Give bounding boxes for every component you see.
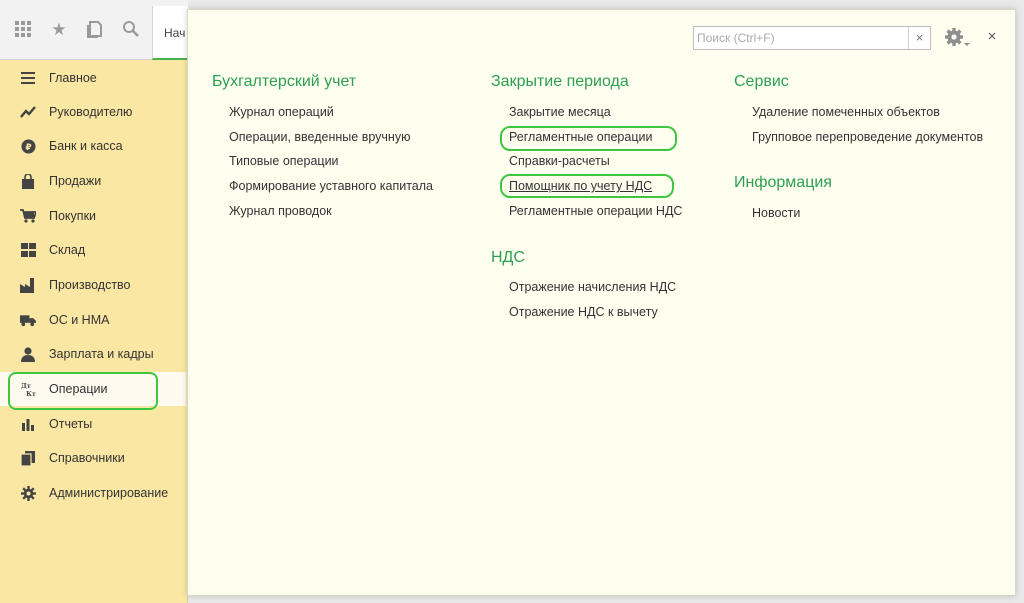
- truck-icon: [20, 312, 36, 328]
- link-delete-marked-objects[interactable]: Удаление помеченных объектов: [752, 105, 940, 119]
- search-box: ×: [693, 26, 931, 50]
- sidebar-item-label: ОС и НМА: [49, 313, 110, 327]
- apps-grid-icon[interactable]: [13, 20, 33, 40]
- history-icon[interactable]: [85, 20, 105, 40]
- ruble-coin-icon: ₽: [20, 138, 36, 154]
- factory-icon: [20, 277, 36, 293]
- cart-icon: [20, 208, 36, 224]
- sidebar-item-label: Продажи: [49, 174, 102, 188]
- sidebar-item-operations[interactable]: Дт Кт Операции: [0, 372, 186, 410]
- sidebar-item-label: Склад: [49, 243, 86, 257]
- sidebar-item-reports[interactable]: Отчеты: [0, 407, 186, 441]
- sidebar-item-label: Справочники: [49, 451, 125, 465]
- sidebar-item-label: Банк и касса: [49, 139, 123, 153]
- sidebar-item-directories[interactable]: Справочники: [0, 441, 186, 475]
- link-calculation-certificates[interactable]: Справки-расчеты: [509, 154, 610, 168]
- sidebar-item-bank[interactable]: ₽ Банк и касса: [0, 129, 186, 163]
- link-postings-journal[interactable]: Журнал проводок: [229, 204, 332, 218]
- sidebar-item-label: Руководителю: [49, 105, 133, 119]
- svg-text:₽: ₽: [25, 143, 31, 153]
- shopping-bag-icon: [20, 173, 36, 189]
- link-manual-operations[interactable]: Операции, введенные вручную: [229, 130, 410, 144]
- link-authorized-capital[interactable]: Формирование уставного капитала: [229, 179, 433, 193]
- sidebar-item-administration[interactable]: Администрирование: [0, 476, 186, 510]
- sidebar-item-production[interactable]: Производство: [0, 268, 186, 302]
- link-vat-routine-operations[interactable]: Регламентные операции НДС: [509, 204, 682, 218]
- section-title-accounting: Бухгалтерский учет: [212, 73, 357, 90]
- svg-text:Дт: Дт: [21, 382, 31, 390]
- sidebar-item-main[interactable]: Главное: [0, 61, 186, 95]
- sidebar-item-fixed-assets[interactable]: ОС и НМА: [0, 303, 186, 337]
- svg-text:Кт: Кт: [26, 390, 36, 397]
- person-icon: [20, 346, 36, 362]
- link-group-reposting[interactable]: Групповое перепроведение документов: [752, 130, 983, 144]
- section-title-information: Информация: [734, 174, 832, 191]
- link-news[interactable]: Новости: [752, 206, 800, 220]
- favorites-star-icon[interactable]: ★: [49, 20, 69, 40]
- link-operations-journal[interactable]: Журнал операций: [229, 105, 334, 119]
- highlight-vat-assistant: [500, 174, 674, 198]
- sidebar-item-manager[interactable]: Руководителю: [0, 95, 186, 129]
- sidebar-item-label: Операции: [49, 382, 108, 396]
- link-vat-deduction[interactable]: Отражение НДС к вычету: [509, 305, 658, 319]
- books-icon: [20, 450, 36, 466]
- trend-chart-icon: [20, 104, 36, 120]
- tab-home-label: Нач: [164, 26, 186, 40]
- dt-kt-icon: Дт Кт: [20, 381, 36, 397]
- sidebar: Главное Руководителю ₽ Банк и касса Прод…: [0, 60, 188, 603]
- settings-gear-icon[interactable]: [943, 26, 971, 50]
- top-toolbar: ★ Нач: [0, 0, 188, 60]
- highlight-routine-operations: [500, 126, 677, 151]
- search-input[interactable]: [694, 27, 908, 49]
- sidebar-item-sales[interactable]: Продажи: [0, 164, 186, 198]
- menu-lines-icon: [20, 70, 36, 86]
- sidebar-item-label: Отчеты: [49, 417, 93, 431]
- sidebar-item-purchases[interactable]: Покупки: [0, 199, 186, 233]
- section-title-service: Сервис: [734, 73, 789, 90]
- section-title-period-close: Закрытие периода: [491, 73, 629, 90]
- sidebar-item-label: Покупки: [49, 209, 97, 223]
- bar-chart-icon: [20, 416, 36, 432]
- section-title-vat: НДС: [491, 249, 525, 266]
- search-icon[interactable]: [121, 20, 141, 40]
- sidebar-item-salary[interactable]: Зарплата и кадры: [0, 337, 186, 371]
- link-month-close[interactable]: Закрытие месяца: [509, 105, 611, 119]
- tab-home[interactable]: Нач: [152, 6, 188, 60]
- gear-icon: [20, 485, 36, 501]
- close-panel-button[interactable]: ×: [984, 26, 1000, 48]
- sidebar-item-label: Производство: [49, 278, 131, 292]
- link-vat-accrual[interactable]: Отражение начисления НДС: [509, 280, 676, 294]
- sidebar-item-label: Зарплата и кадры: [49, 347, 154, 361]
- search-clear-button[interactable]: ×: [908, 27, 930, 49]
- sidebar-item-label: Главное: [49, 71, 97, 85]
- link-typical-operations[interactable]: Типовые операции: [229, 154, 339, 168]
- sidebar-item-warehouse[interactable]: Склад: [0, 233, 186, 267]
- warehouse-icon: [20, 242, 36, 258]
- sidebar-item-label: Администрирование: [49, 486, 169, 500]
- section-panel: × × Бухгалтерский учет Журнал операций О…: [187, 9, 1016, 596]
